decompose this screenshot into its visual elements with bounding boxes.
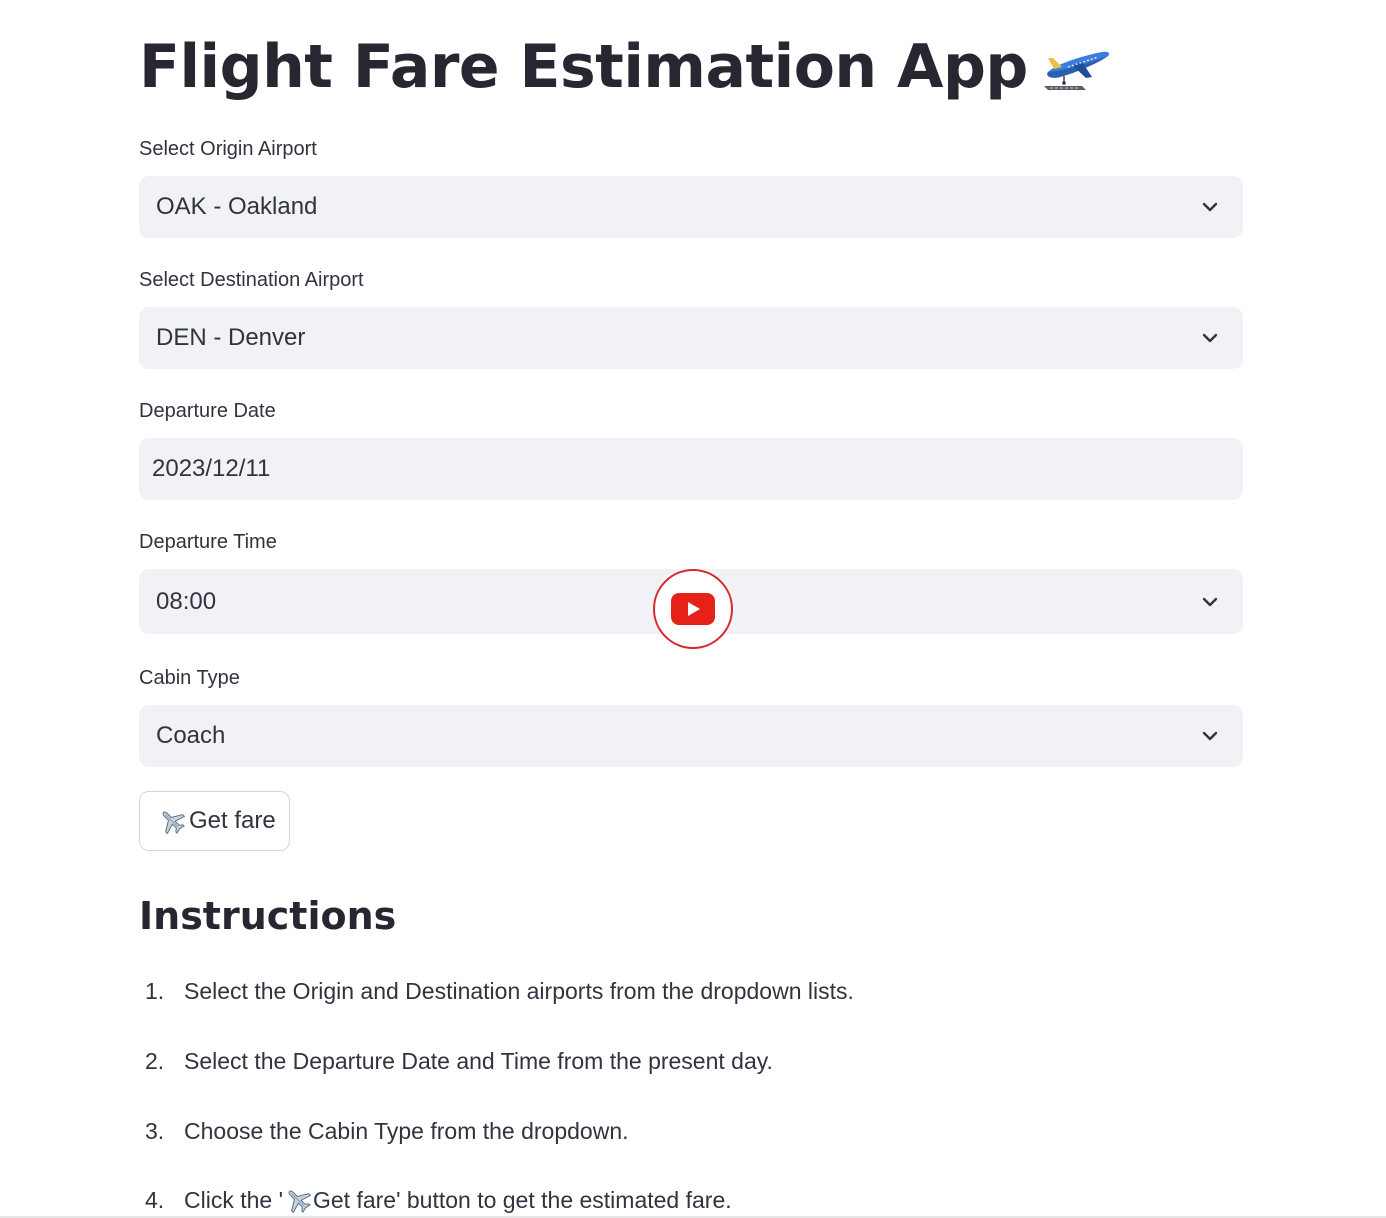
video-play-button[interactable]: [653, 569, 733, 649]
list-item-number: 1.: [145, 978, 165, 1004]
airplane-departure-icon: [1043, 51, 1110, 90]
list-item-number: 4.: [145, 1186, 165, 1213]
page: Flight Fare Estimation App Select Origin…: [0, 0, 1386, 1218]
list-item: 2. Select the Departure Date and Time fr…: [145, 1048, 773, 1075]
destination-select[interactable]: DEN - Denver: [139, 307, 1243, 369]
departure-time-label: Departure Time: [139, 531, 277, 553]
get-fare-label: Get fare: [189, 807, 276, 834]
list-item-text-after: Get fare' button to get the estimated fa…: [312, 1186, 732, 1213]
list-item-text-before: Click the ': [184, 1186, 283, 1213]
airplane-icon: [288, 1190, 312, 1214]
destination-value: DEN - Denver: [156, 324, 306, 351]
page-title: Flight Fare Estimation App: [139, 28, 1112, 106]
departure-date-value: 2023/12/11: [152, 455, 271, 482]
cabin-type-select[interactable]: Coach: [139, 705, 1243, 767]
instructions-heading: Instructions: [139, 894, 397, 938]
departure-time-value: 08:00: [156, 587, 217, 615]
origin-select[interactable]: OAK - Oakland: [139, 176, 1243, 238]
list-item: 3. Choose the Cabin Type from the dropdo…: [145, 1118, 629, 1145]
chevron-down-icon: [1202, 597, 1218, 606]
chevron-down-icon: [1202, 202, 1218, 212]
airplane-icon: [162, 811, 186, 835]
departure-date-input[interactable]: 2023/12/11: [139, 438, 1243, 500]
chevron-down-icon: [1202, 731, 1218, 741]
cabin-type-value: Coach: [156, 722, 226, 749]
departure-date-label: Departure Date: [139, 400, 276, 422]
origin-label: Select Origin Airport: [139, 138, 317, 160]
origin-value: OAK - Oakland: [156, 193, 318, 220]
chevron-down-icon: [1202, 333, 1218, 343]
list-item: 1. Select the Origin and Destination air…: [145, 978, 854, 1005]
cabin-type-label: Cabin Type: [139, 667, 240, 689]
list-item: 4. Click the ' Get fare' button to get t…: [145, 1186, 732, 1214]
list-item-text: Select the Departure Date and Time from …: [184, 1048, 773, 1074]
list-item-number: 3.: [145, 1118, 165, 1144]
page-title-text: Flight Fare Estimation App: [139, 32, 1028, 102]
youtube-play-icon: [671, 593, 715, 625]
list-item-text: Choose the Cabin Type from the dropdown.: [184, 1118, 629, 1144]
list-item-number: 2.: [145, 1048, 165, 1074]
destination-label: Select Destination Airport: [139, 269, 364, 291]
list-item-text: Select the Origin and Destination airpor…: [184, 978, 854, 1004]
get-fare-button[interactable]: Get fare: [139, 791, 290, 851]
